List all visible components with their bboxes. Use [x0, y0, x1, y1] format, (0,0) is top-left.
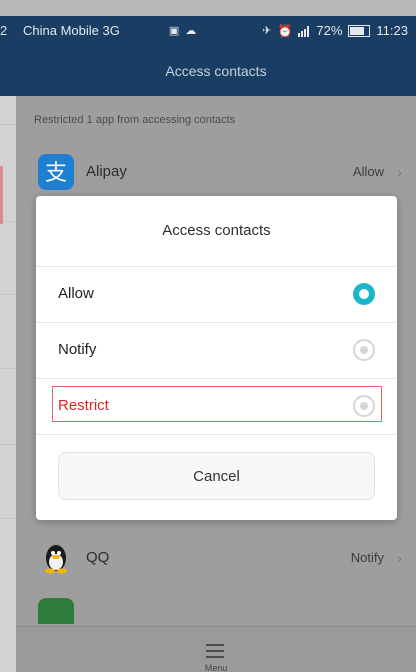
app-name: Alipay: [86, 163, 127, 180]
left-partial-panel: [0, 16, 16, 672]
qq-penguin-icon: [38, 540, 74, 576]
status-icons: ▣ ☁ ✈ ⏰ 72% 11:23: [169, 16, 408, 46]
signal-icon: [298, 25, 310, 37]
option-label: Allow: [58, 285, 94, 302]
gallery-icon: ▣: [168, 25, 180, 37]
restrict-highlight-box: [52, 386, 382, 422]
cloud-icon: ☁: [185, 25, 197, 37]
left-panel-divider: [0, 124, 16, 125]
left-panel-divider: [0, 294, 16, 295]
option-label: Notify: [58, 341, 97, 358]
permission-status: Allow: [352, 164, 384, 179]
list-item-qq[interactable]: QQ Notify ›: [16, 530, 416, 586]
left-status-time-partial: 2: [0, 23, 8, 38]
restricted-summary: Restricted 1 app from accessing contacts: [34, 114, 236, 126]
dialog-divider: [36, 434, 397, 435]
dialog-title: Access contacts: [162, 222, 271, 239]
cancel-button[interactable]: Cancel: [58, 452, 375, 500]
list-item-partial[interactable]: [16, 598, 416, 626]
access-contacts-dialog: Access contacts Allow Notify Restrict Ca…: [36, 196, 397, 520]
nfc-icon: ✈: [262, 25, 272, 37]
left-panel-divider: [0, 368, 16, 369]
radio-unselected-icon[interactable]: [353, 339, 375, 361]
status-bar: China Mobile 3G ▣ ☁ ✈ ⏰ 72% 11:23: [16, 16, 416, 46]
left-panel-marker: [0, 166, 3, 224]
menu-icon[interactable]: [206, 644, 224, 658]
svg-text:支: 支: [45, 161, 67, 186]
page-title: Access contacts: [16, 46, 416, 96]
list-item-alipay[interactable]: 支 Alipay Allow ›: [16, 144, 416, 200]
app-name: QQ: [86, 549, 110, 566]
clock-time: 11:23: [376, 23, 408, 38]
left-panel-divider: [0, 444, 16, 445]
permission-status: Notify: [350, 550, 384, 565]
option-allow[interactable]: Allow: [36, 266, 397, 322]
left-panel-divider: [0, 518, 16, 519]
carrier-label: China Mobile 3G: [23, 23, 120, 38]
chevron-right-icon: ›: [397, 164, 402, 180]
alipay-icon: 支: [38, 154, 74, 190]
menu-label[interactable]: Menu: [16, 663, 416, 672]
chevron-right-icon: ›: [397, 550, 402, 566]
app-icon: [38, 598, 74, 624]
battery-icon: [348, 25, 371, 37]
alarm-clock-icon: ⏰: [277, 24, 293, 38]
option-notify[interactable]: Notify: [36, 322, 397, 378]
battery-percent: 72%: [316, 23, 343, 38]
bottom-bar: Menu: [16, 626, 416, 672]
radio-selected-icon[interactable]: [353, 283, 375, 305]
